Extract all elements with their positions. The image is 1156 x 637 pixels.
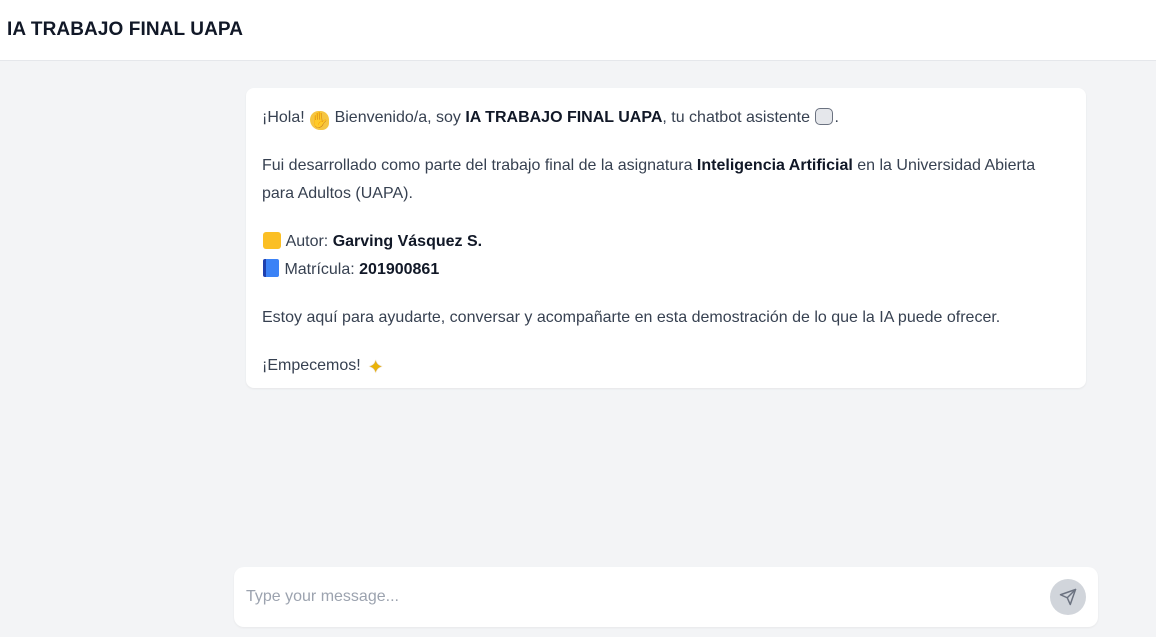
enrollment-number: 201900861 — [359, 261, 440, 278]
enrollment-line: Matrícula: 201900861 — [262, 256, 1070, 284]
greeting-paragraph: ¡Hola! ✋ Bienvenido/a, soy IA TRABAJO FI… — [262, 108, 839, 130]
app-header: IA TRABAJO FINAL UAPA — [0, 0, 1156, 61]
author-name: Garving Vásquez S. — [332, 233, 483, 250]
bot-name: IA TRABAJO FINAL UAPA — [465, 109, 663, 126]
message-input[interactable] — [246, 588, 1050, 606]
waving-hand-icon: ✋ — [310, 111, 330, 130]
purpose-paragraph: Estoy aquí para ayudarte, conversar y ac… — [262, 309, 1001, 326]
robot-icon — [815, 108, 834, 125]
author-line: Autor: Garving Vásquez S. — [262, 228, 1070, 256]
chat-area: ¡Hola! ✋ Bienvenido/a, soy IA TRABAJO FI… — [0, 62, 1156, 552]
app-title: IA TRABAJO FINAL UAPA — [7, 19, 244, 40]
closing-paragraph: ¡Empecemos! ✦ — [262, 357, 384, 377]
assistant-message: ¡Hola! ✋ Bienvenido/a, soy IA TRABAJO FI… — [246, 88, 1086, 388]
sparkles-icon: ✦ — [368, 357, 384, 377]
course-name: Inteligencia Artificial — [696, 157, 853, 174]
message-composer — [234, 567, 1098, 627]
send-button[interactable] — [1050, 579, 1086, 615]
description-paragraph: Fui desarrollado como parte del trabajo … — [262, 157, 1036, 202]
book-icon — [263, 259, 279, 277]
student-icon — [263, 232, 281, 249]
send-icon — [1059, 588, 1077, 606]
